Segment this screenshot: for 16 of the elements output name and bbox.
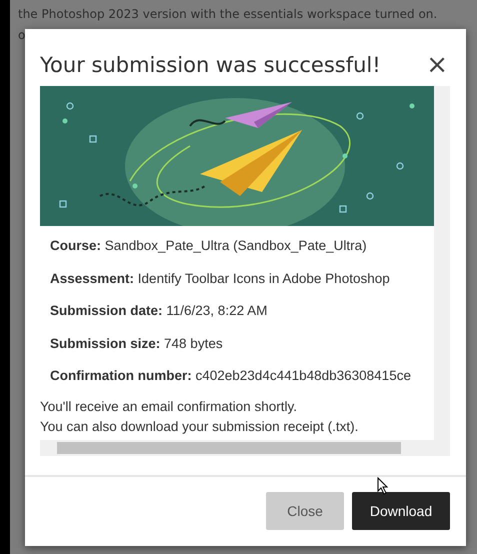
detail-text: Assessment: Identify Toolbar Icons in Adobe Photoshop <box>50 270 391 288</box>
detail-text: Submission date: 11/6/23, 8:22 AM <box>50 303 268 320</box>
detail-text: Confirmation number: c402eb23d4c441b48db36308415ce <box>50 368 412 385</box>
info-text: You can also download your submission receipt (.txt). <box>40 418 360 436</box>
detail-text: Submission size: 748 bytes <box>50 336 224 353</box>
close-dialog-button[interactable]: Close <box>266 492 344 530</box>
vertical-scrollbar[interactable] <box>434 86 450 440</box>
download-button[interactable]: Download <box>352 492 450 530</box>
page-text: the Photoshop 2023 version with the essentials workspace turned on. <box>18 6 438 23</box>
close-button[interactable]: × <box>424 52 450 78</box>
detail-text: Course: Sandbox_Pate_Ultra (Sandbox_Pate_Ultra) <box>50 238 368 255</box>
horizontal-scrollbar[interactable] <box>40 440 450 456</box>
dialog-title: Your submission was successful! <box>40 52 381 76</box>
info-text: You'll receive an email confirmation shortly. <box>40 398 298 416</box>
page-text: o <box>18 27 26 44</box>
pointer-cursor-icon <box>377 477 389 495</box>
